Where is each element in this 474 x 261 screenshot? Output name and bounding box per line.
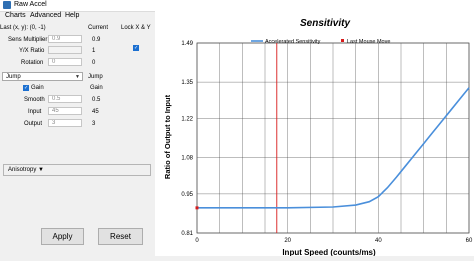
anisotropy-label: Anisotropy ▼ — [8, 167, 44, 173]
x-tick-label: 60 — [466, 238, 473, 244]
yx-ratio-current: 1 — [92, 48, 96, 54]
y-tick-label: 1.49 — [181, 41, 193, 47]
chart-legend: Accelerated Sensitivity Last Mouse Move — [251, 39, 390, 45]
y-tick-label: 1.08 — [181, 156, 193, 162]
rotation-label: Rotation — [21, 60, 44, 66]
legend-marker-swatch — [341, 39, 344, 42]
y-axis-label: Ratio of Output to Input — [163, 94, 172, 179]
checkmark-icon: ✓ — [134, 45, 139, 51]
gain-label: Gain — [31, 85, 44, 91]
chevron-down-icon: ▼ — [75, 74, 80, 80]
current-column-header: Current — [88, 25, 109, 31]
accel-type-value: Jump — [6, 74, 21, 80]
chart-panel: 0 20 40 60 0.81 0.95 1.08 1.22 1.35 1.49 Sensitiv… — [155, 11, 474, 257]
smooth-current: 0.5 — [92, 97, 101, 103]
anisotropy-toggle[interactable]: Anisotropy ▼ — [3, 164, 151, 176]
window-title: Raw Accel — [14, 1, 47, 8]
sens-multiplier-label: Sens Multiplier — [8, 37, 48, 43]
y-tick-label: 1.35 — [181, 80, 193, 86]
input-label: Input — [28, 109, 42, 115]
output-label: Output — [24, 121, 43, 127]
smooth-input[interactable]: 0.5 — [48, 95, 82, 103]
legend-last-mouse-move: Last Mouse Move — [347, 39, 390, 45]
y-tick-label: 0.81 — [181, 231, 193, 237]
output-param-input[interactable]: 3 — [48, 119, 82, 127]
last-xy-readout: Last (x, y): (0, -1) — [0, 25, 46, 31]
lock-xy-label: Lock X & Y — [121, 25, 151, 31]
input-param-current: 45 — [92, 109, 99, 115]
rotation-current: 0 — [92, 60, 96, 66]
checkmark-icon: ✓ — [24, 85, 29, 91]
x-axis-label: Input Speed (counts/ms) — [282, 248, 376, 256]
lock-xy-checkbox[interactable]: ✓ — [133, 45, 139, 51]
accel-type-select[interactable]: Jump ▼ — [2, 72, 83, 81]
app-icon — [3, 1, 11, 9]
x-tick-label: 20 — [284, 238, 291, 244]
legend-accelerated-sensitivity: Accelerated Sensitivity — [265, 39, 321, 45]
yx-ratio-label: Y/X Ratio — [19, 48, 45, 54]
chart-title: Sensitivity — [300, 18, 350, 29]
x-tick-label: 40 — [375, 238, 382, 244]
menu-charts[interactable]: Charts — [3, 11, 28, 21]
accel-type-current: Jump — [88, 74, 103, 80]
x-tick-label: 0 — [195, 238, 199, 244]
last-mouse-move-point — [195, 206, 199, 210]
rotation-input[interactable]: 0 — [48, 58, 82, 66]
smooth-label: Smooth — [24, 97, 45, 103]
sensitivity-chart: 0 20 40 60 0.81 0.95 1.08 1.22 1.35 1.49 Sensitiv… — [163, 18, 473, 257]
gain-current: Gain — [90, 85, 103, 91]
input-param-input[interactable]: 45 — [48, 107, 82, 115]
menu-advanced[interactable]: Advanced — [28, 11, 63, 21]
sens-multiplier-input[interactable]: 0.9 — [48, 35, 82, 43]
yx-ratio-input[interactable] — [48, 46, 82, 54]
gain-checkbox[interactable]: ✓ — [23, 85, 29, 91]
y-tick-label: 0.95 — [181, 192, 193, 198]
reset-button[interactable]: Reset — [98, 228, 143, 245]
apply-button[interactable]: Apply — [41, 228, 84, 245]
output-param-current: 3 — [92, 121, 96, 127]
menu-help[interactable]: Help — [63, 11, 81, 21]
y-tick-label: 1.22 — [181, 116, 193, 122]
sens-multiplier-current: 0.9 — [92, 37, 101, 43]
